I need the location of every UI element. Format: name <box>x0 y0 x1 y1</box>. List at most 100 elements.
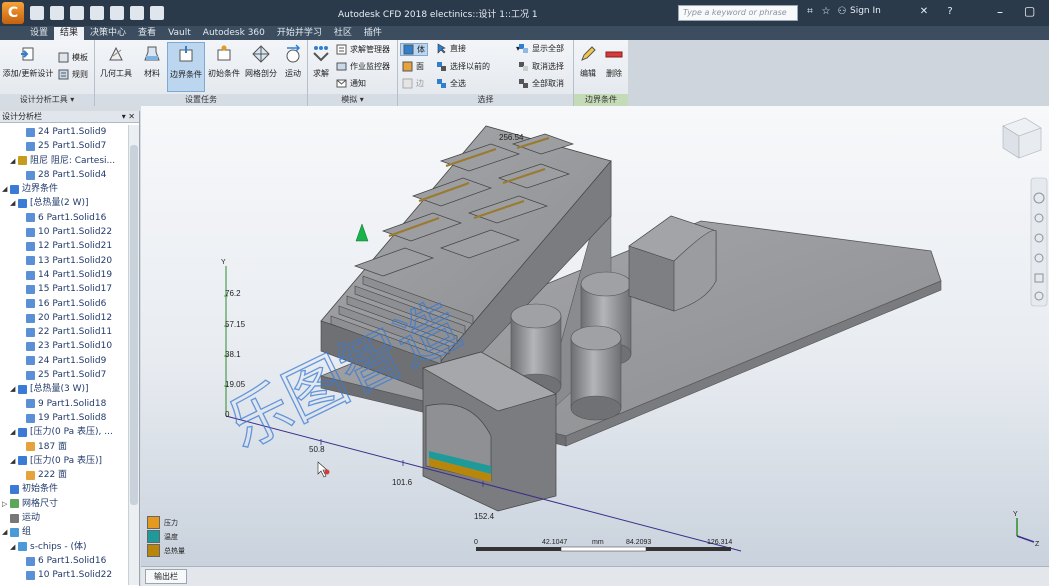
tree-item[interactable]: 24 Part1.Solid9 <box>0 125 128 139</box>
tree-item[interactable]: ◢ [总热量(3 W)] <box>0 382 128 396</box>
tree-item[interactable]: 13 Part1.Solid20 <box>0 254 128 268</box>
tree-item[interactable]: 22 Part1.Solid11 <box>0 325 128 339</box>
tree-item[interactable]: 6 Part1.Solid16 <box>0 211 128 225</box>
tree-item[interactable]: ◢ [压力(0 Pa 表压), ... <box>0 425 128 439</box>
select-previous-button[interactable]: 选择以前的 <box>436 61 490 72</box>
pin-close-icon[interactable]: ▾ ✕ <box>122 111 135 123</box>
view-cube[interactable] <box>1002 117 1042 159</box>
application-menu-button[interactable]: C <box>2 2 24 24</box>
tree-item[interactable]: ▷ 网格尺寸 <box>0 497 128 511</box>
maximize-button[interactable]: ▢ <box>1024 4 1035 18</box>
tree-item[interactable]: 10 Part1.Solid22 <box>0 225 128 239</box>
tree-toggle-icon[interactable]: ◢ <box>10 154 18 168</box>
panel-scrollbar[interactable] <box>128 125 139 585</box>
tab-results[interactable]: 结果 <box>54 27 85 40</box>
deselect-all-button[interactable]: 全部取消 <box>518 78 564 89</box>
tree-toggle-icon[interactable]: ▷ <box>2 497 10 511</box>
tab-vault[interactable]: Vault <box>162 27 197 40</box>
boundary-conditions-button[interactable]: 边界条件 <box>167 42 205 92</box>
tree-item[interactable]: ◢ 边界条件 <box>0 182 128 196</box>
fan-housing-right[interactable] <box>628 215 717 312</box>
binoculars-icon[interactable]: ⌗ <box>804 6 816 18</box>
material-button[interactable]: 材料 <box>139 44 165 79</box>
new-file-icon[interactable] <box>30 6 44 20</box>
exchange-icon[interactable]: ✕ <box>918 6 930 18</box>
model-view[interactable]: 256.54 Y 76.2 57.15 38.1 19.05 0 50.8 10… <box>141 106 1049 566</box>
tree-item[interactable]: 12 Part1.Solid21 <box>0 239 128 253</box>
tree-item[interactable]: 28 Part1.Solid4 <box>0 168 128 182</box>
help-icon[interactable]: ? <box>944 6 956 18</box>
delete-button[interactable]: 删除 <box>602 44 626 79</box>
save-all-icon[interactable] <box>90 6 104 20</box>
sign-in-link[interactable]: Sign In <box>850 6 881 16</box>
geometry-tools-button[interactable]: 几何工具 <box>97 44 135 79</box>
tree-item[interactable]: 初始条件 <box>0 482 128 496</box>
open-file-icon[interactable] <box>50 6 64 20</box>
redo-icon[interactable] <box>130 6 144 20</box>
add-update-design-button[interactable]: 添加/更新设计 <box>2 44 54 79</box>
tree-item[interactable]: 23 Part1.Solid10 <box>0 339 128 353</box>
tree-item[interactable]: 15 Part1.Solid17 <box>0 282 128 296</box>
navigation-bar[interactable] <box>1030 177 1048 307</box>
select-body-button[interactable]: 体 <box>400 43 428 56</box>
tree-item[interactable]: 20 Part1.Solid12 <box>0 311 128 325</box>
help-search-input[interactable]: Type a keyword or phrase <box>678 5 798 21</box>
group-label-design-tools[interactable]: 设计分析工具 ▾ <box>0 94 94 106</box>
job-monitor-button[interactable]: 作业监控器 <box>336 61 390 72</box>
undo-icon[interactable] <box>110 6 124 20</box>
tab-getting-started[interactable]: 开始并学习 <box>271 27 328 40</box>
notify-button[interactable]: 通知 <box>336 78 366 89</box>
initial-conditions-button[interactable]: 初始条件 <box>206 44 242 79</box>
tree-item[interactable]: ◢ [压力(0 Pa 表压)] <box>0 454 128 468</box>
tab-decision-center[interactable]: 决策中心 <box>84 27 132 40</box>
select-edge-button[interactable]: 边 <box>402 78 424 89</box>
rules-button[interactable]: 规则 <box>58 69 88 80</box>
tree-item[interactable]: ◢ s-chips - (体) <box>0 540 128 554</box>
motion-button[interactable]: 运动 <box>281 44 305 79</box>
tree-item[interactable]: 10 Part1.Solid22 <box>0 568 128 582</box>
tree-item[interactable]: 25 Part1.Solid7 <box>0 139 128 153</box>
tree-item[interactable]: 6 Part1.Solid16 <box>0 554 128 568</box>
tree-toggle-icon[interactable]: ◢ <box>10 454 18 468</box>
tree-item[interactable]: 运动 <box>0 511 128 525</box>
tree-toggle-icon[interactable]: ◢ <box>10 540 18 554</box>
direct-select-dropdown[interactable]: 直接 ▾ <box>436 43 520 54</box>
favorites-star-icon[interactable]: ☆ <box>820 6 832 18</box>
tree-item[interactable]: 16 Part1.Solid6 <box>0 297 128 311</box>
tab-setup[interactable]: 设置 <box>24 27 54 40</box>
tree-item[interactable]: 25 Part1.Solid7 <box>0 368 128 382</box>
tab-plugins[interactable]: 插件 <box>358 27 388 40</box>
edit-button[interactable]: 编辑 <box>576 44 600 79</box>
scrollbar-thumb[interactable] <box>130 145 138 505</box>
tree-item[interactable]: ◢ [总热量(2 W)] <box>0 196 128 210</box>
tab-view[interactable]: 查看 <box>132 27 162 40</box>
tree-toggle-icon[interactable]: ◢ <box>10 425 18 439</box>
3d-viewport[interactable]: 256.54 Y 76.2 57.15 38.1 19.05 0 50.8 10… <box>141 106 1049 566</box>
tab-community[interactable]: 社区 <box>328 27 358 40</box>
tree-item[interactable]: 187 面 <box>0 440 128 454</box>
tree-item[interactable]: 9 Part1.Solid18 <box>0 397 128 411</box>
capacitor-3[interactable] <box>570 325 622 421</box>
save-icon[interactable] <box>70 6 84 20</box>
tree-toggle-icon[interactable]: ◢ <box>2 525 10 539</box>
tree-toggle-icon[interactable]: ◢ <box>2 182 10 196</box>
tree-item[interactable]: 14 Part1.Solid19 <box>0 268 128 282</box>
output-bar-tab[interactable]: 输出栏 <box>145 569 187 584</box>
tree-item[interactable]: ◢ 阻尼 阻尼: Cartesi... <box>0 154 128 168</box>
tab-autodesk-360[interactable]: Autodesk 360 <box>197 27 271 40</box>
direction-arrow-marker[interactable] <box>355 223 369 242</box>
user-icon[interactable]: ⚇ <box>836 6 848 18</box>
tree-item[interactable]: 222 面 <box>0 468 128 482</box>
minimize-button[interactable]: – <box>997 5 1003 19</box>
select-all-button[interactable]: 全选 <box>436 78 466 89</box>
template-button[interactable]: 模板 <box>58 52 88 63</box>
quick-access-dropdown-icon[interactable] <box>150 6 164 20</box>
tree-item[interactable]: ◢ 组 <box>0 525 128 539</box>
tree-item[interactable]: 24 Part1.Solid9 <box>0 354 128 368</box>
tree-toggle-icon[interactable]: ◢ <box>10 196 18 210</box>
solve-button[interactable]: 求解 <box>310 44 332 79</box>
tree-item[interactable]: 19 Part1.Solid8 <box>0 411 128 425</box>
group-label-simulation[interactable]: 模拟 ▾ <box>308 94 397 106</box>
mesh-sizing-button[interactable]: 网格剖分 <box>243 44 279 79</box>
tree-toggle-icon[interactable]: ◢ <box>10 382 18 396</box>
